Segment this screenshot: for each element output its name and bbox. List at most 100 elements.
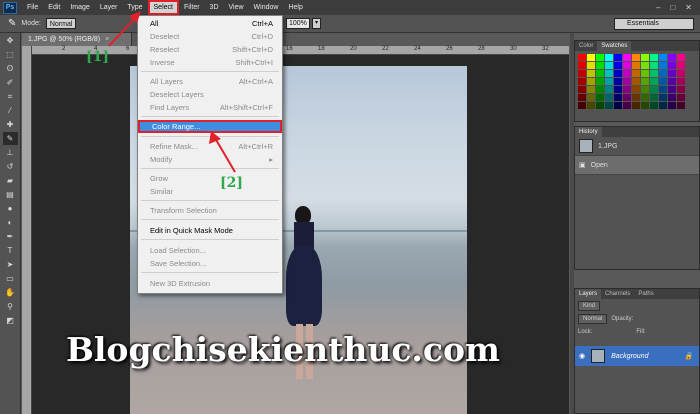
tab-paths[interactable]: Paths: [634, 289, 657, 299]
menu-item-reselect[interactable]: Reselect Shift+Ctrl+D: [138, 43, 282, 56]
eyedropper-icon[interactable]: ⁄: [3, 104, 18, 117]
tab-layers[interactable]: Layers: [575, 289, 602, 299]
color-swatch[interactable]: [578, 78, 586, 85]
tab-color[interactable]: Color: [575, 41, 597, 51]
menu-item-load-selection[interactable]: Load Selection...: [138, 244, 282, 257]
type-tool-icon[interactable]: T: [3, 244, 18, 257]
color-swatch[interactable]: [596, 102, 604, 109]
color-swatch[interactable]: [578, 70, 586, 77]
color-swatch[interactable]: [596, 70, 604, 77]
color-swatch[interactable]: [677, 78, 685, 85]
color-swatch[interactable]: [632, 70, 640, 77]
color-swatch[interactable]: [668, 86, 676, 93]
color-swatch[interactable]: [650, 94, 658, 101]
menu-item-all[interactable]: All Ctrl+A: [138, 17, 282, 30]
color-swatch[interactable]: [578, 62, 586, 69]
color-swatch[interactable]: [614, 86, 622, 93]
color-swatch[interactable]: [587, 102, 595, 109]
color-swatch[interactable]: [578, 54, 586, 61]
menu-file[interactable]: File: [22, 0, 43, 15]
color-swatch[interactable]: [596, 94, 604, 101]
color-swatch[interactable]: [641, 94, 649, 101]
color-swatch[interactable]: [641, 62, 649, 69]
menu-view[interactable]: View: [224, 0, 249, 15]
color-swatch[interactable]: [623, 54, 631, 61]
tab-swatches[interactable]: Swatches: [597, 41, 632, 51]
color-swatch[interactable]: [650, 102, 658, 109]
color-swatch[interactable]: [614, 94, 622, 101]
lasso-tool-icon[interactable]: ʘ: [3, 62, 18, 75]
color-swatch[interactable]: [605, 54, 613, 61]
menu-item-quick-mask[interactable]: Edit in Quick Mask Mode: [138, 224, 282, 237]
zoom-tool-icon[interactable]: ⚲: [3, 300, 18, 313]
menu-item-transform-selection[interactable]: Transform Selection: [138, 204, 282, 217]
color-swatch[interactable]: [605, 78, 613, 85]
color-swatch[interactable]: [623, 102, 631, 109]
color-swatch[interactable]: [596, 62, 604, 69]
color-swatch[interactable]: [596, 86, 604, 93]
healing-brush-icon[interactable]: ✚: [3, 118, 18, 131]
menu-item-all-layers[interactable]: All Layers Alt+Ctrl+A: [138, 75, 282, 88]
color-swatch[interactable]: [659, 78, 667, 85]
color-swatch-icon[interactable]: ◩: [3, 314, 18, 327]
swatch-grid[interactable]: [575, 51, 699, 112]
menu-image[interactable]: Image: [65, 0, 94, 15]
color-swatch[interactable]: [632, 62, 640, 69]
color-swatch[interactable]: [578, 94, 586, 101]
hand-tool-icon[interactable]: ✋: [3, 286, 18, 299]
color-swatch[interactable]: [587, 62, 595, 69]
menu-3d[interactable]: 3D: [205, 0, 224, 15]
color-swatch[interactable]: [596, 78, 604, 85]
color-swatch[interactable]: [632, 102, 640, 109]
tab-history[interactable]: History: [575, 127, 602, 137]
color-swatch[interactable]: [677, 62, 685, 69]
brush-tool-icon[interactable]: ✎: [2, 132, 18, 145]
color-swatch[interactable]: [596, 54, 604, 61]
color-swatch[interactable]: [623, 62, 631, 69]
color-swatch[interactable]: [605, 62, 613, 69]
workspace-select[interactable]: Essentials: [614, 18, 694, 30]
color-swatch[interactable]: [677, 86, 685, 93]
color-swatch[interactable]: [587, 86, 595, 93]
menu-item-deselect-layers[interactable]: Deselect Layers: [138, 88, 282, 101]
crop-tool-icon[interactable]: ⌗: [3, 90, 18, 103]
color-swatch[interactable]: [632, 94, 640, 101]
color-swatch[interactable]: [623, 70, 631, 77]
color-swatch[interactable]: [650, 62, 658, 69]
blend-mode-select[interactable]: Normal: [578, 313, 608, 324]
menu-edit[interactable]: Edit: [43, 0, 65, 15]
pen-tool-icon[interactable]: ✒: [3, 230, 18, 243]
color-swatch[interactable]: [578, 102, 586, 109]
color-swatch[interactable]: [614, 78, 622, 85]
layer-row-background[interactable]: ◉ Background 🔒: [575, 346, 699, 366]
path-select-icon[interactable]: ➤: [3, 258, 18, 271]
color-swatch[interactable]: [650, 86, 658, 93]
marquee-tool-icon[interactable]: ⬚: [3, 48, 18, 61]
menu-item-find-layers[interactable]: Find Layers Alt+Shift+Ctrl+F: [138, 101, 282, 114]
color-swatch[interactable]: [614, 102, 622, 109]
color-swatch[interactable]: [605, 94, 613, 101]
color-swatch[interactable]: [677, 70, 685, 77]
color-swatch[interactable]: [632, 86, 640, 93]
menu-select[interactable]: Select: [147, 0, 179, 15]
color-swatch[interactable]: [668, 70, 676, 77]
color-swatch[interactable]: [605, 102, 613, 109]
color-swatch[interactable]: [641, 54, 649, 61]
eraser-icon[interactable]: ▰: [3, 174, 18, 187]
color-swatch[interactable]: [632, 54, 640, 61]
color-swatch[interactable]: [641, 102, 649, 109]
color-swatch[interactable]: [632, 78, 640, 85]
color-swatch[interactable]: [641, 78, 649, 85]
minimize-icon[interactable]: ‒: [656, 3, 660, 12]
color-swatch[interactable]: [668, 94, 676, 101]
color-swatch[interactable]: [677, 94, 685, 101]
history-snapshot[interactable]: 1.JPG: [575, 137, 699, 156]
color-swatch[interactable]: [614, 70, 622, 77]
color-swatch[interactable]: [659, 94, 667, 101]
mode-select[interactable]: Normal: [45, 18, 77, 29]
color-swatch[interactable]: [677, 102, 685, 109]
color-swatch[interactable]: [587, 94, 595, 101]
color-swatch[interactable]: [623, 86, 631, 93]
dodge-icon[interactable]: ◐: [3, 216, 18, 229]
color-swatch[interactable]: [659, 102, 667, 109]
